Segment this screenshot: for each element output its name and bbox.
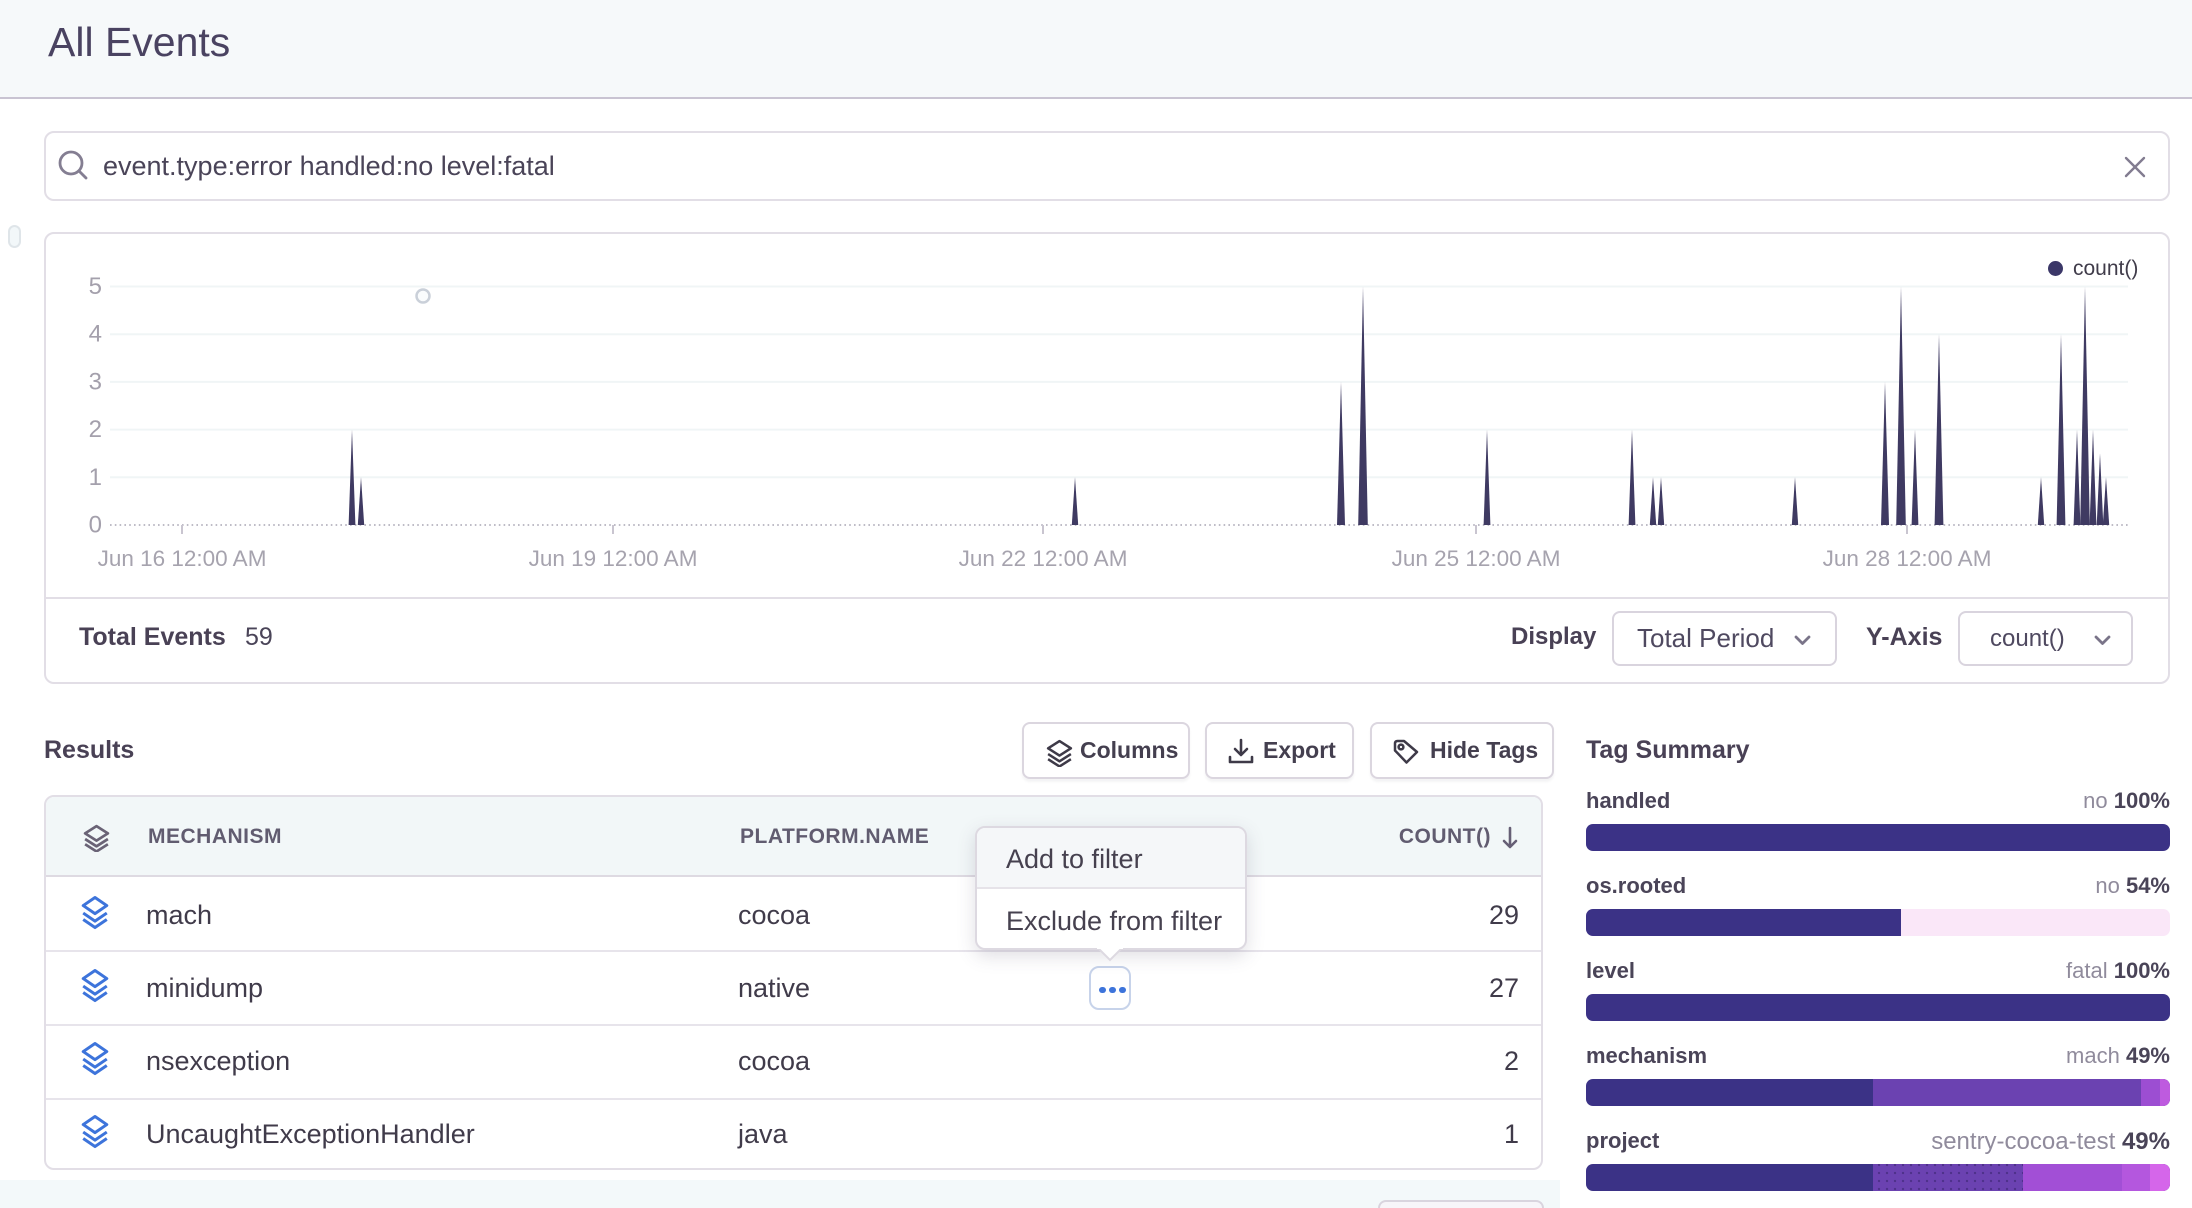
svg-text:Jun 22 12:00 AM: Jun 22 12:00 AM	[959, 546, 1128, 571]
svg-text:0: 0	[89, 512, 102, 539]
svg-text:1: 1	[89, 464, 102, 491]
svg-text:Jun 16 12:00 AM: Jun 16 12:00 AM	[98, 546, 267, 571]
svg-text:4: 4	[89, 321, 102, 348]
svg-text:3: 3	[89, 368, 102, 395]
svg-text:Jun 25 12:00 AM: Jun 25 12:00 AM	[1392, 546, 1561, 571]
svg-text:Jun 19 12:00 AM: Jun 19 12:00 AM	[529, 546, 698, 571]
svg-text:2: 2	[89, 416, 102, 443]
svg-text:Jun 28 12:00 AM: Jun 28 12:00 AM	[1823, 546, 1992, 571]
svg-text:5: 5	[89, 273, 102, 300]
